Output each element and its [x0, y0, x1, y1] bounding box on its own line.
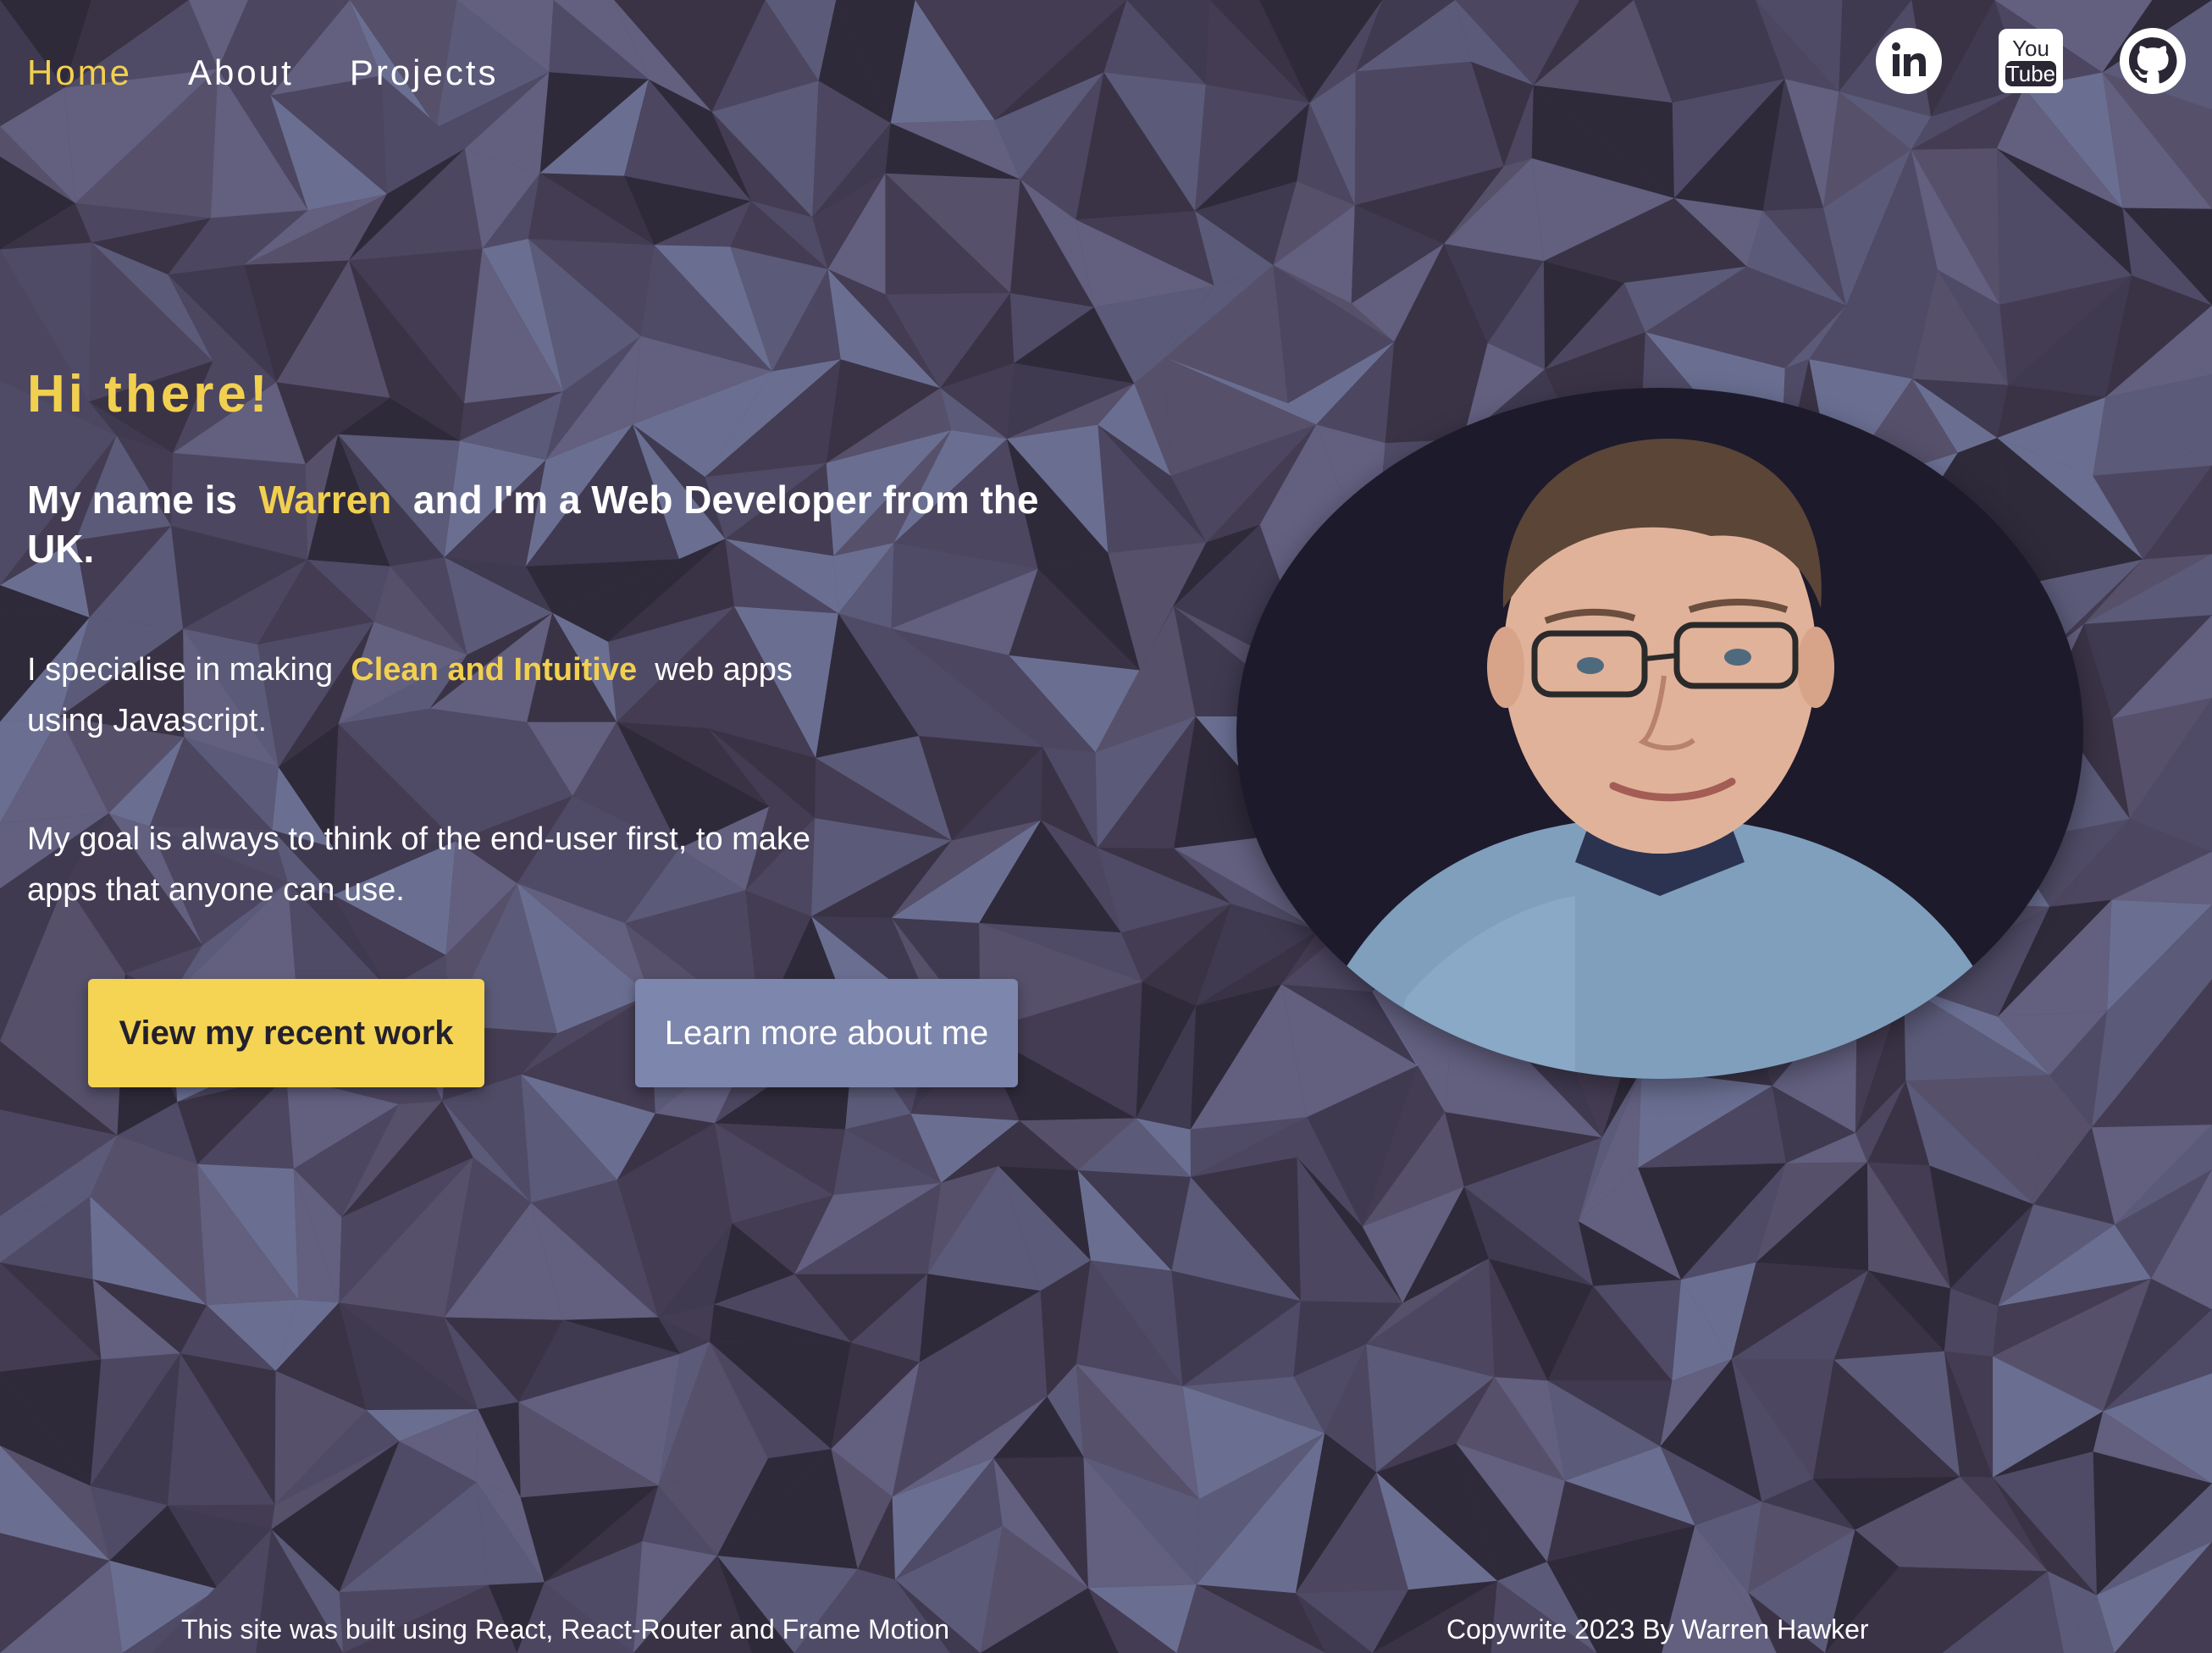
specialise-highlight: Clean and Intuitive — [351, 652, 638, 688]
name-highlight: Warren — [258, 478, 392, 522]
nav-projects-link[interactable]: Projects — [350, 53, 499, 93]
github-link[interactable] — [2119, 27, 2187, 95]
profile-photo — [1236, 388, 2083, 1079]
linkedin-link[interactable] — [1875, 27, 1943, 95]
specialise-paragraph: I specialise in making Clean and Intuiti… — [27, 644, 857, 746]
nav-about-link[interactable]: About — [188, 53, 294, 93]
main-nav: Home About Projects — [27, 53, 499, 93]
linkedin-icon — [1876, 28, 1942, 94]
goal-paragraph: My goal is always to think of the end-us… — [27, 821, 811, 908]
footer-built-with: This site was built using React, React-R… — [181, 1614, 950, 1645]
social-links: You Tube — [1875, 27, 2187, 95]
intro-heading: My name is Warren and I'm a Web Develope… — [27, 475, 1077, 573]
footer-copyright: Copywrite 2023 By Warren Hawker — [1446, 1614, 1869, 1645]
svg-text:You: You — [2012, 36, 2049, 61]
nav-home-link[interactable]: Home — [27, 53, 132, 93]
view-recent-work-button[interactable]: View my recent work — [88, 979, 484, 1087]
greeting-heading: Hi there! — [27, 365, 271, 423]
youtube-icon: You Tube — [1999, 29, 2063, 93]
portrait-illustration — [1236, 388, 2083, 1079]
svg-text:Tube: Tube — [2006, 61, 2055, 86]
intro-prefix: My name is — [27, 478, 237, 522]
learn-more-button[interactable]: Learn more about me — [635, 979, 1018, 1087]
specialise-prefix: I specialise in making — [27, 652, 334, 688]
youtube-link[interactable]: You Tube — [1997, 27, 2065, 95]
hero-section: Hi there! My name is Warren and I'm a We… — [27, 364, 1128, 915]
github-icon — [2120, 28, 2186, 94]
